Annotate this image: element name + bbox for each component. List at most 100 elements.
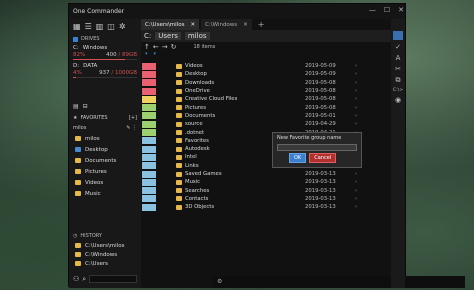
- favorite-item[interactable]: Pictures: [69, 166, 141, 177]
- folder-icon: [176, 96, 182, 102]
- file-row[interactable]: Documents 2019-05-01 ›: [141, 112, 393, 120]
- age-badge: [142, 153, 156, 161]
- title-bar: One Commander — ☐ ✕: [69, 4, 407, 19]
- sort-icon[interactable]: ▾: [154, 51, 157, 57]
- eye-icon[interactable]: ◉: [395, 96, 401, 104]
- sort-icon[interactable]: ▾: [145, 51, 148, 57]
- up-arrow-icon[interactable]: ↑: [144, 43, 150, 51]
- forward-arrow-icon[interactable]: →: [162, 43, 168, 51]
- image-preview-icon[interactable]: [393, 31, 403, 40]
- favorite-item[interactable]: Documents: [69, 155, 141, 166]
- filter-icon[interactable]: ⊟: [83, 103, 88, 110]
- chevron-right-icon[interactable]: ›: [355, 188, 357, 194]
- favorite-group-name[interactable]: milos: [73, 125, 86, 131]
- copy-icon[interactable]: ⧉: [396, 76, 401, 85]
- breadcrumb-segment[interactable]: Users: [155, 32, 181, 40]
- settings-gear-icon[interactable]: ✲: [119, 22, 126, 31]
- chevron-right-icon[interactable]: ›: [355, 204, 357, 210]
- chevron-right-icon[interactable]: ›: [355, 121, 357, 127]
- cancel-button[interactable]: Cancel: [309, 153, 337, 163]
- search-bar: ⚇ ⌕: [73, 274, 137, 284]
- chevron-right-icon[interactable]: ›: [355, 88, 357, 94]
- file-row[interactable]: Creative Cloud Files 2019-05-08 ›: [141, 95, 393, 103]
- tab-milos[interactable]: C:\Users\milos ✕: [141, 19, 200, 30]
- history-item[interactable]: C:\Users: [69, 259, 141, 268]
- tab-windows[interactable]: C:\Windows ✕: [201, 19, 252, 30]
- favorite-item[interactable]: Music: [69, 188, 141, 199]
- file-row[interactable]: OneDrive 2019-05-08 ›: [141, 87, 393, 95]
- file-row[interactable]: Videos 2019-05-09 ›: [141, 62, 393, 70]
- chevron-right-icon[interactable]: ›: [355, 179, 357, 185]
- file-row[interactable]: Music 2019-03-13 ›: [141, 178, 393, 186]
- group-name-input[interactable]: [277, 144, 357, 151]
- favorite-item[interactable]: Videos: [69, 177, 141, 188]
- age-badge: [142, 203, 156, 211]
- drive-name: Windows: [82, 45, 108, 51]
- list-view-icon[interactable]: ▤: [73, 103, 79, 110]
- minimize-button[interactable]: —: [369, 6, 376, 14]
- new-tab-button[interactable]: +: [254, 19, 269, 30]
- chevron-right-icon[interactable]: ›: [355, 105, 357, 111]
- columns-view-icon[interactable]: ▥: [96, 22, 104, 31]
- breadcrumb-drive[interactable]: C:: [144, 32, 151, 40]
- new-favorite-group-dialog: New Favorite group name OK Cancel: [272, 132, 362, 168]
- settings-icon[interactable]: ⚙: [217, 278, 222, 285]
- close-button[interactable]: ✕: [398, 6, 404, 14]
- edit-icon[interactable]: ✎: [126, 125, 130, 131]
- chevron-right-icon[interactable]: ›: [355, 171, 357, 177]
- favorite-item[interactable]: Desktop: [69, 144, 141, 155]
- file-name: Videos: [185, 63, 203, 70]
- file-row[interactable]: Downloads 2019-05-08 ›: [141, 79, 393, 87]
- breadcrumb-segment[interactable]: milos: [184, 32, 210, 40]
- refresh-icon[interactable]: ↻: [171, 43, 177, 51]
- chevron-right-icon[interactable]: ›: [355, 113, 357, 119]
- file-row[interactable]: Pictures 2019-05-08 ›: [141, 103, 393, 112]
- history-item[interactable]: C:\Windows: [69, 250, 141, 259]
- file-date: 2019-04-29: [305, 121, 336, 128]
- file-row[interactable]: Searches 2019-03-13 ›: [141, 186, 393, 195]
- search-input[interactable]: [89, 275, 137, 283]
- file-row[interactable]: Saved Games 2019-03-13 ›: [141, 170, 393, 178]
- add-favorite-button[interactable]: [+]: [129, 115, 137, 121]
- folder-icon: [75, 191, 81, 196]
- file-name: Desktop: [185, 71, 207, 78]
- cut-icon[interactable]: ✂: [395, 65, 401, 73]
- check-icon[interactable]: ✓: [395, 43, 401, 51]
- age-badge: [142, 162, 156, 170]
- file-row[interactable]: source 2019-04-29 ›: [141, 120, 393, 128]
- tab-close-icon[interactable]: ✕: [243, 22, 248, 28]
- maximize-button[interactable]: ☐: [384, 6, 390, 14]
- file-name: OneDrive: [185, 88, 210, 95]
- chevron-right-icon[interactable]: ›: [355, 80, 357, 86]
- folder-icon: [176, 196, 182, 202]
- drive-capacity: / 89GB: [118, 52, 137, 58]
- drive-capacity: / 1000GB: [111, 70, 137, 76]
- grid-view-icon[interactable]: ▦: [73, 22, 81, 31]
- file-row[interactable]: Desktop 2019-05-09 ›: [141, 70, 393, 78]
- file-name: Saved Games: [185, 171, 222, 177]
- drive-d[interactable]: D: DATA 4% 937 / 1000GB: [69, 62, 141, 80]
- back-arrow-icon[interactable]: ←: [153, 43, 159, 51]
- search-icon[interactable]: ⌕: [82, 275, 86, 284]
- network-icon[interactable]: ⚇: [73, 275, 79, 283]
- drive-c[interactable]: C: Windows 82% 400 / 89GB: [69, 44, 141, 62]
- list-view-icon[interactable]: ☰: [85, 22, 92, 31]
- chevron-right-icon[interactable]: ›: [355, 196, 357, 202]
- command-prompt-icon[interactable]: C:\>: [393, 88, 403, 93]
- age-badge: [142, 62, 156, 70]
- drive-letter: D:: [73, 63, 80, 69]
- dual-pane-icon[interactable]: ◫: [107, 22, 115, 31]
- chevron-right-icon[interactable]: ›: [355, 96, 357, 102]
- favorite-item[interactable]: milos: [69, 133, 141, 144]
- file-name: Music: [185, 179, 201, 186]
- chevron-right-icon[interactable]: ›: [355, 71, 357, 77]
- chevron-right-icon[interactable]: ›: [355, 63, 357, 69]
- tab-close-icon[interactable]: ✕: [190, 22, 195, 28]
- more-icon[interactable]: ⋮: [132, 125, 137, 131]
- file-row[interactable]: Contacts 2019-03-13 ›: [141, 195, 393, 203]
- file-name: Pictures: [185, 104, 206, 111]
- text-icon[interactable]: A: [396, 54, 401, 62]
- ok-button[interactable]: OK: [289, 153, 307, 163]
- file-row[interactable]: 3D Objects 2019-03-13 ›: [141, 203, 393, 211]
- history-item[interactable]: C:\Users\milos: [69, 241, 141, 250]
